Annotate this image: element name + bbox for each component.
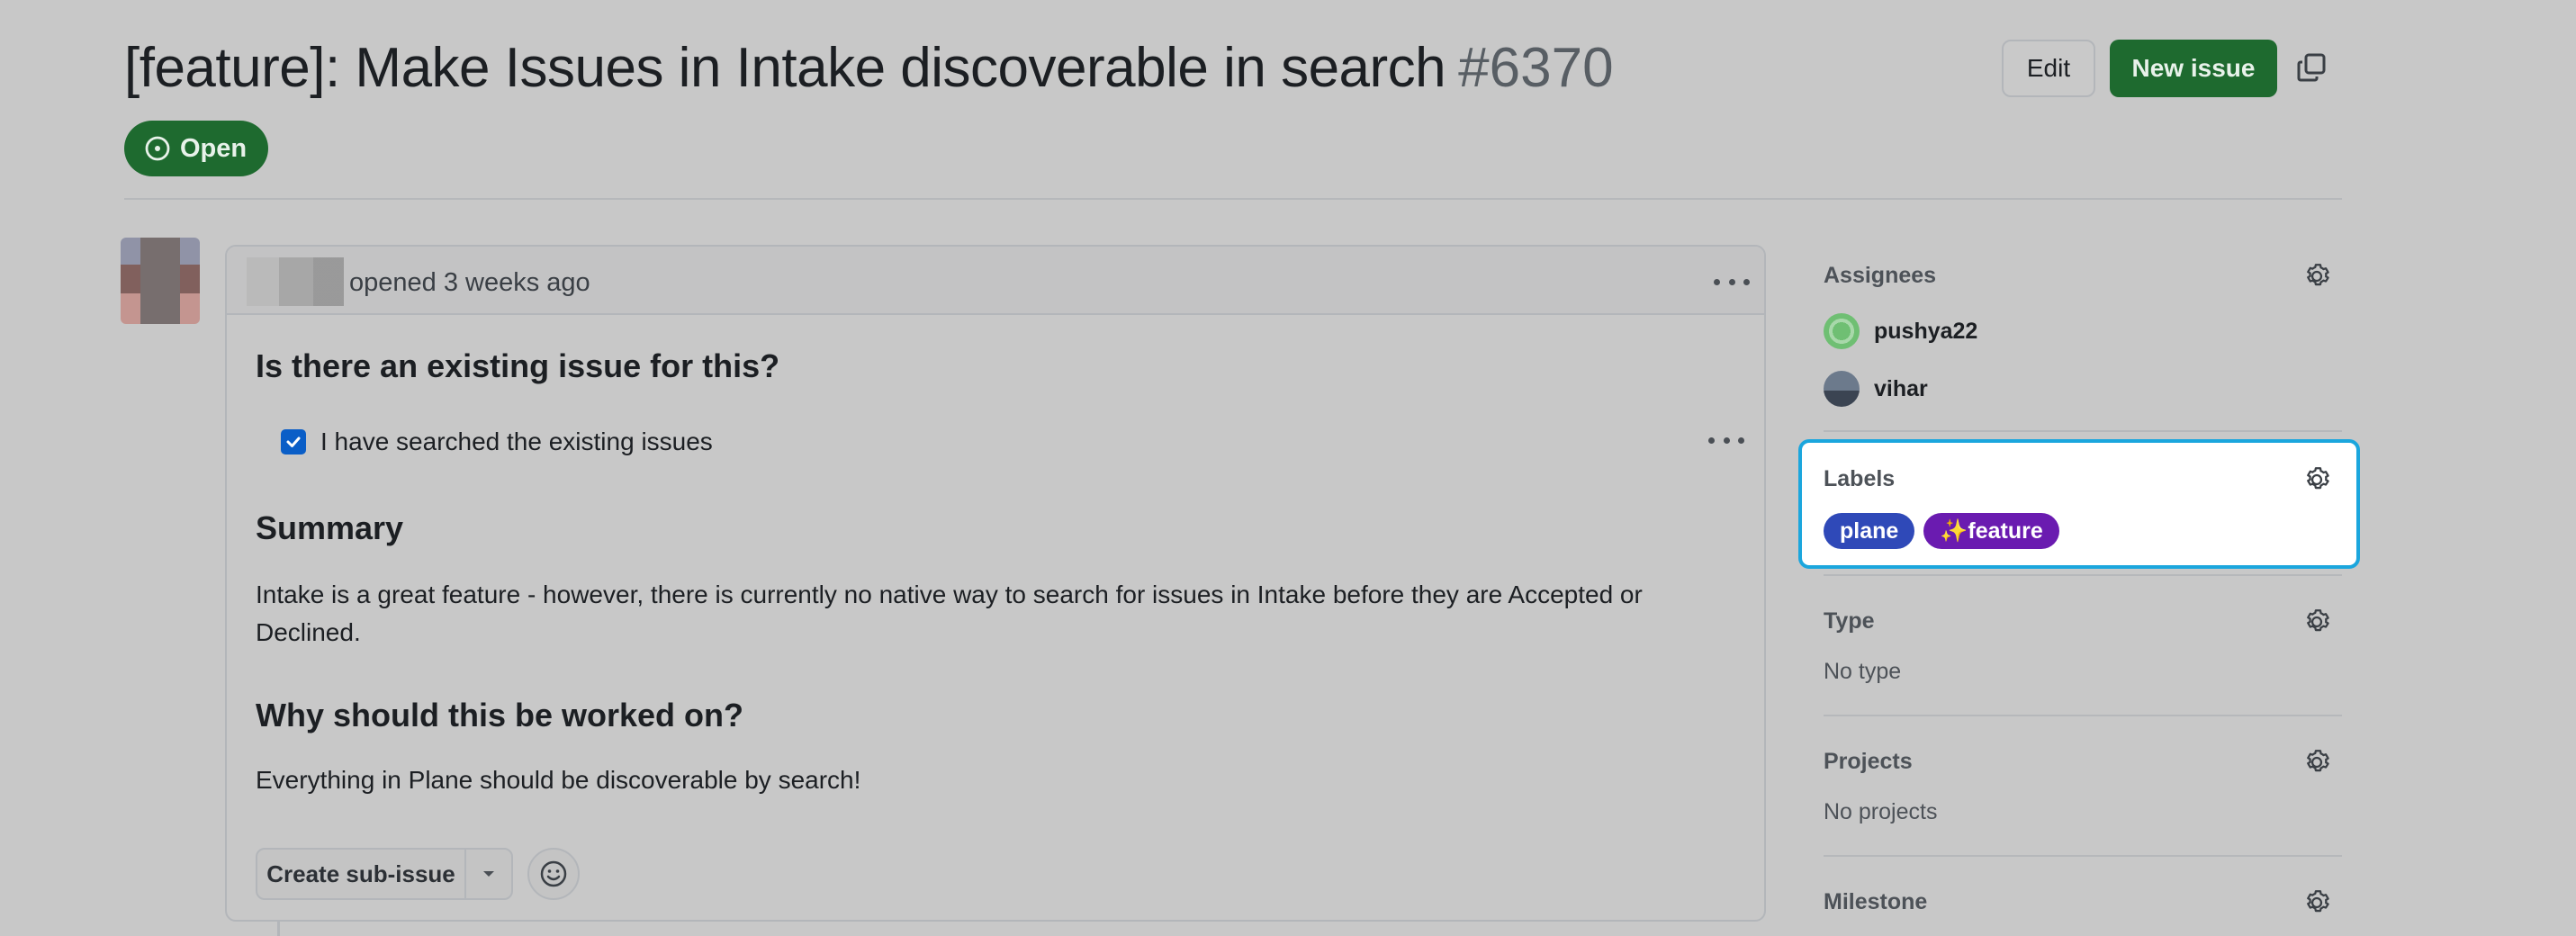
comment-header: opened 3 weeks ago bbox=[227, 247, 1764, 315]
assignees-gear-icon[interactable] bbox=[2301, 261, 2332, 292]
timeline-line bbox=[277, 922, 280, 936]
issue-body-comment: opened 3 weeks ago Is there an existing … bbox=[225, 245, 1766, 922]
summary-text-line-2: Declined. bbox=[256, 618, 361, 646]
question-heading: Is there an existing issue for this? bbox=[256, 347, 780, 384]
caret-down-icon bbox=[483, 871, 494, 877]
type-value: No type bbox=[1824, 659, 1902, 684]
assignee-item[interactable]: pushya22 bbox=[1824, 313, 1977, 349]
create-sub-issue-button-group: Create sub-issue bbox=[256, 848, 513, 900]
label-plane[interactable]: plane bbox=[1824, 513, 1915, 549]
type-heading: Type bbox=[1824, 608, 1875, 634]
task-label: I have searched the existing issues bbox=[320, 428, 713, 455]
summary-heading: Summary bbox=[256, 509, 404, 546]
assignee-name: vihar bbox=[1874, 375, 1928, 401]
summary-text-line-1: Intake is a great feature - however, the… bbox=[256, 580, 1643, 608]
sidebar-divider bbox=[1824, 855, 2342, 857]
author-avatar[interactable] bbox=[121, 238, 200, 324]
assignees-heading: Assignees bbox=[1824, 263, 1937, 288]
task-checkbox[interactable] bbox=[281, 429, 306, 454]
type-gear-icon[interactable] bbox=[2301, 607, 2332, 637]
milestone-heading: Milestone bbox=[1824, 889, 1928, 914]
labels-list: plane ✨feature bbox=[1824, 513, 2059, 549]
new-issue-button[interactable]: New issue bbox=[2110, 40, 2277, 97]
projects-value: No projects bbox=[1824, 799, 1938, 824]
create-sub-issue-button[interactable]: Create sub-issue bbox=[257, 850, 466, 898]
label-feature[interactable]: ✨feature bbox=[1923, 513, 2059, 549]
issue-title: [feature]: Make Issues in Intake discove… bbox=[124, 37, 1446, 99]
milestone-gear-icon[interactable] bbox=[2301, 887, 2332, 918]
header-divider bbox=[124, 198, 2342, 200]
sidebar-divider bbox=[1824, 430, 2342, 432]
comment-options-icon[interactable] bbox=[1714, 275, 1750, 288]
copy-icon[interactable] bbox=[2297, 52, 2328, 83]
add-reaction-button[interactable] bbox=[527, 848, 580, 900]
task-item: I have searched the existing issues bbox=[281, 423, 713, 461]
author-name-redacted[interactable] bbox=[247, 257, 344, 306]
labels-gear-icon[interactable] bbox=[2301, 464, 2332, 495]
sidebar-divider bbox=[1824, 715, 2342, 716]
labels-section-highlighted: Labels plane ✨feature bbox=[1798, 439, 2360, 569]
why-heading: Why should this be worked on? bbox=[256, 697, 744, 734]
assignee-name: pushya22 bbox=[1874, 318, 1978, 344]
comment-meta: opened 3 weeks ago bbox=[349, 268, 590, 297]
assignee-item[interactable]: vihar bbox=[1824, 371, 1928, 407]
issue-opened-icon bbox=[144, 135, 171, 162]
smiley-icon bbox=[540, 860, 567, 887]
assignee-avatar bbox=[1824, 313, 1860, 349]
issue-state-label: Open bbox=[180, 133, 248, 163]
labels-heading: Labels bbox=[1824, 466, 1896, 491]
assignee-avatar bbox=[1824, 371, 1860, 407]
issue-number: #6370 bbox=[1458, 37, 1614, 99]
projects-heading: Projects bbox=[1824, 749, 1913, 774]
sidebar-divider bbox=[1824, 574, 2342, 576]
task-options-icon[interactable] bbox=[1708, 434, 1744, 446]
issue-state-badge: Open bbox=[124, 121, 269, 176]
edit-button[interactable]: Edit bbox=[2002, 40, 2095, 97]
projects-gear-icon[interactable] bbox=[2301, 747, 2332, 778]
why-text: Everything in Plane should be discoverab… bbox=[256, 766, 861, 794]
create-sub-issue-dropdown[interactable] bbox=[466, 850, 511, 898]
issue-title-row: [feature]: Make Issues in Intake discove… bbox=[124, 36, 1614, 100]
